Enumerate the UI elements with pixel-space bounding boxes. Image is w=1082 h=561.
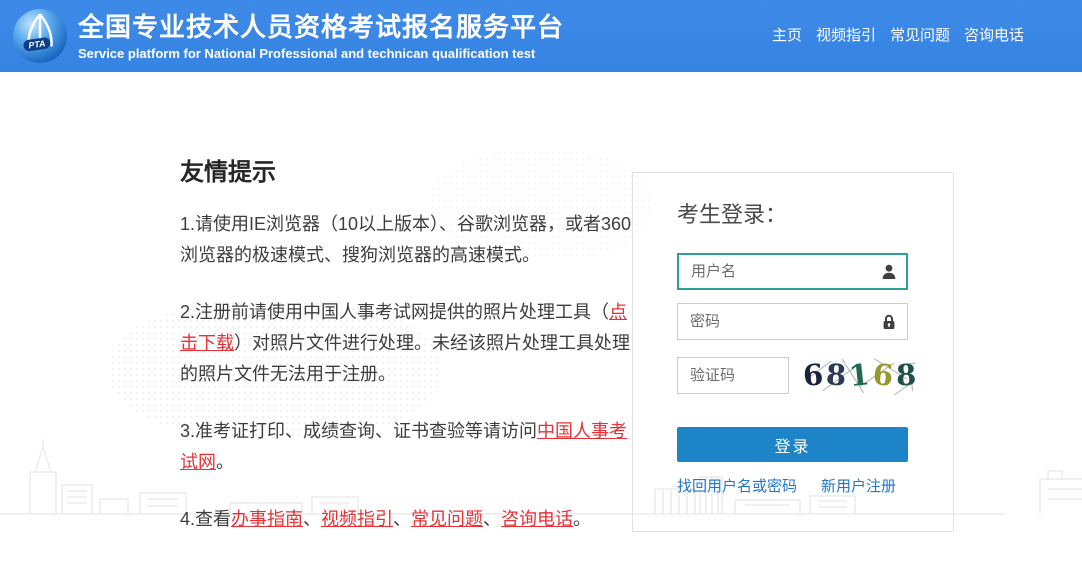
- forgot-password-link[interactable]: 找回用户名或密码: [677, 475, 797, 496]
- username-input[interactable]: [677, 253, 908, 290]
- captcha-digit: 6: [802, 357, 828, 393]
- tip-item: 3.准考证打印、成绩查询、证书查验等请访问中国人事考试网。: [180, 416, 632, 478]
- password-field: [677, 303, 908, 340]
- tip-link-faq[interactable]: 常见问题: [411, 509, 483, 529]
- tip-text: 4.查看: [180, 509, 231, 529]
- captcha-digit: 6: [871, 357, 897, 393]
- friendly-tips-section: 友情提示 1.请使用IE浏览器（10以上版本）、谷歌浏览器，或者360浏览器的极…: [180, 152, 632, 561]
- site-subtitle: Service platform for National Profession…: [78, 46, 564, 61]
- captcha-input[interactable]: [677, 357, 789, 394]
- tip-item: 1.请使用IE浏览器（10以上版本）、谷歌浏览器，或者360浏览器的极速模式、搜…: [180, 209, 632, 271]
- tip-text: 3.准考证打印、成绩查询、证书查验等请访问: [180, 421, 537, 441]
- site-title: 全国专业技术人员资格考试报名服务平台: [78, 11, 564, 43]
- login-panel: 考生登录：: [632, 172, 954, 532]
- tip-text: ）对照片文件进行处理。未经该照片处理工具处理的照片文件无法用于注册。: [180, 333, 630, 384]
- pta-logo-icon: PTA: [12, 8, 68, 64]
- password-input[interactable]: [677, 303, 908, 340]
- tip-text: 。: [216, 452, 234, 472]
- username-field: [677, 253, 908, 290]
- captcha-digit: 8: [895, 358, 919, 393]
- brand-text: 全国专业技术人员资格考试报名服务平台 Service platform for …: [78, 11, 564, 61]
- captcha-digit: 1: [848, 357, 875, 393]
- tip-text: 、: [303, 509, 321, 529]
- nav-link-video-guide[interactable]: 视频指引: [816, 24, 876, 45]
- tip-link-phone[interactable]: 咨询电话: [501, 509, 573, 529]
- tip-link-service-guide[interactable]: 办事指南: [231, 509, 303, 529]
- captcha-row: 68168: [677, 353, 908, 397]
- tip-text: 2.注册前请使用中国人事考试网提供的照片处理工具（: [180, 302, 609, 322]
- tips-list: 1.请使用IE浏览器（10以上版本）、谷歌浏览器，或者360浏览器的极速模式、搜…: [180, 209, 632, 535]
- register-link[interactable]: 新用户注册: [821, 475, 896, 496]
- login-button[interactable]: 登录: [677, 427, 908, 462]
- tip-link-video-guide[interactable]: 视频指引: [321, 509, 393, 529]
- brand: PTA 全国专业技术人员资格考试报名服务平台 Service platform …: [12, 8, 564, 64]
- tip-item: 2.注册前请使用中国人事考试网提供的照片处理工具（点击下载）对照片文件进行处理。…: [180, 297, 632, 390]
- nav-link-home[interactable]: 主页: [772, 24, 802, 45]
- nav-link-phone[interactable]: 咨询电话: [964, 24, 1024, 45]
- captcha-digit: 8: [825, 357, 850, 392]
- header: PTA 全国专业技术人员资格考试报名服务平台 Service platform …: [0, 0, 1082, 72]
- tip-text: 、: [483, 509, 501, 529]
- nav-link-faq[interactable]: 常见问题: [890, 24, 950, 45]
- tip-text: 1.请使用IE浏览器（10以上版本）、谷歌浏览器，或者360浏览器的极速模式、搜…: [180, 214, 631, 265]
- tips-title: 友情提示: [180, 152, 632, 187]
- header-nav: 主页视频指引常见问题咨询电话: [772, 24, 1024, 45]
- captcha-image[interactable]: 68168: [803, 353, 919, 397]
- tip-text: 。: [573, 509, 591, 529]
- login-title: 考生登录：: [677, 197, 908, 229]
- login-links: 找回用户名或密码 新用户注册: [677, 475, 908, 496]
- tip-text: 、: [393, 509, 411, 529]
- tip-item: 4.查看办事指南、视频指引、常见问题、咨询电话。: [180, 504, 632, 535]
